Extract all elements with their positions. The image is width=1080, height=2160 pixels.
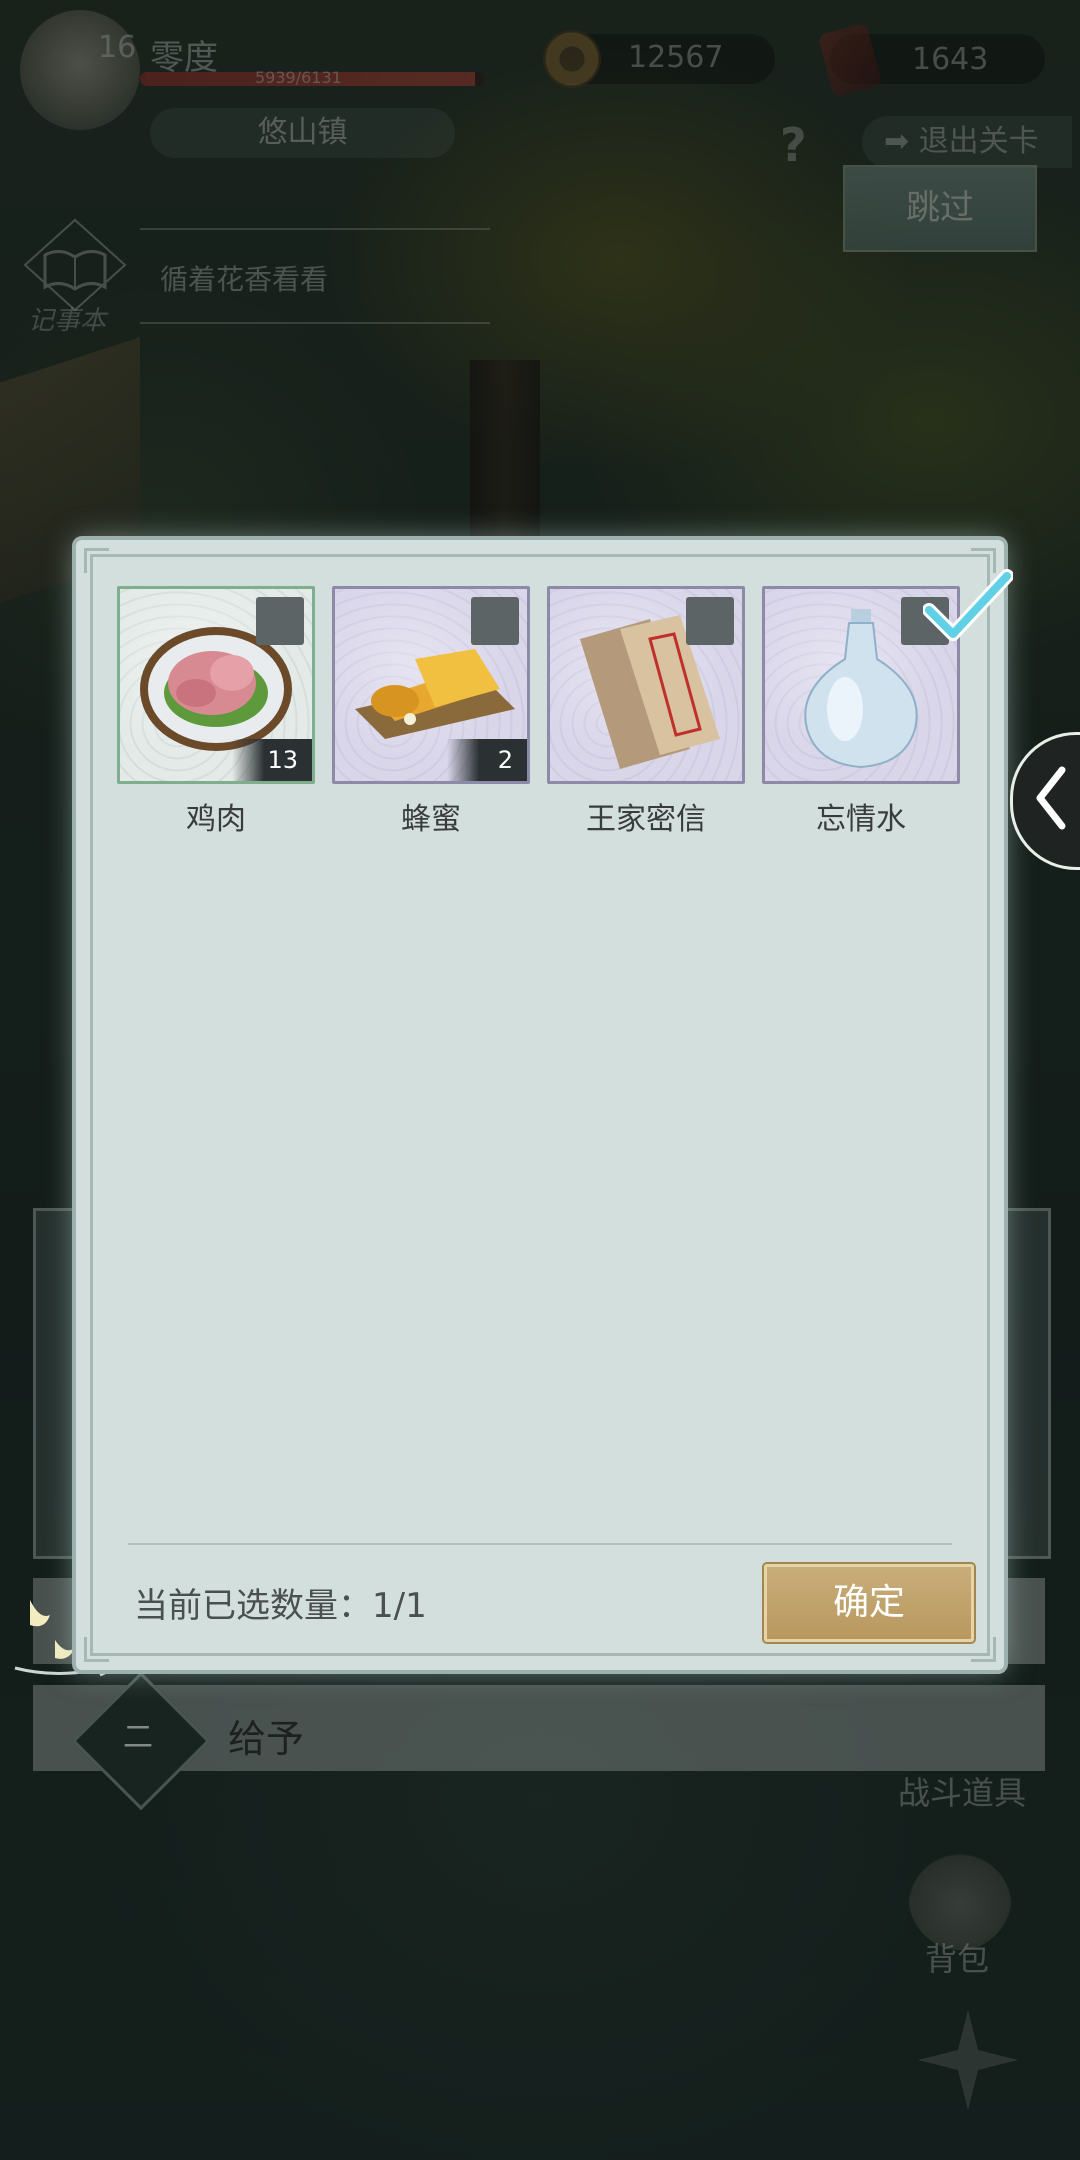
item-slot-honey[interactable]: 2 蜂蜜 xyxy=(332,586,530,838)
dialog-divider xyxy=(128,1543,952,1545)
item-name: 忘情水 xyxy=(816,802,906,837)
item-select-dialog: 13 鸡肉 2 蜂蜜 王家密信 忘情水 当前已选数量：1/1 确定 xyxy=(76,540,1013,1670)
item-name: 蜂蜜 xyxy=(401,802,461,837)
corner-ornament xyxy=(971,1637,996,1662)
corner-ornament xyxy=(84,1637,109,1662)
item-card[interactable] xyxy=(547,586,745,784)
chevron-left-icon xyxy=(1036,766,1066,830)
item-quantity: 2 xyxy=(447,739,527,781)
item-checkbox[interactable] xyxy=(256,597,304,645)
item-name: 鸡肉 xyxy=(186,802,246,837)
selected-check-icon xyxy=(923,569,1013,641)
selected-count-text: 当前已选数量：1/1 xyxy=(134,1586,427,1626)
item-checkbox[interactable] xyxy=(686,597,734,645)
corner-ornament xyxy=(84,548,109,573)
item-checkbox[interactable] xyxy=(471,597,519,645)
item-slot-chicken[interactable]: 13 鸡肉 xyxy=(117,586,315,838)
confirm-button[interactable]: 确定 xyxy=(764,1564,974,1642)
item-card[interactable]: 2 xyxy=(332,586,530,784)
item-quantity: 13 xyxy=(232,739,312,781)
item-card[interactable]: 13 xyxy=(117,586,315,784)
item-slot-secret-letter[interactable]: 王家密信 xyxy=(547,586,745,838)
item-name: 王家密信 xyxy=(586,802,706,837)
